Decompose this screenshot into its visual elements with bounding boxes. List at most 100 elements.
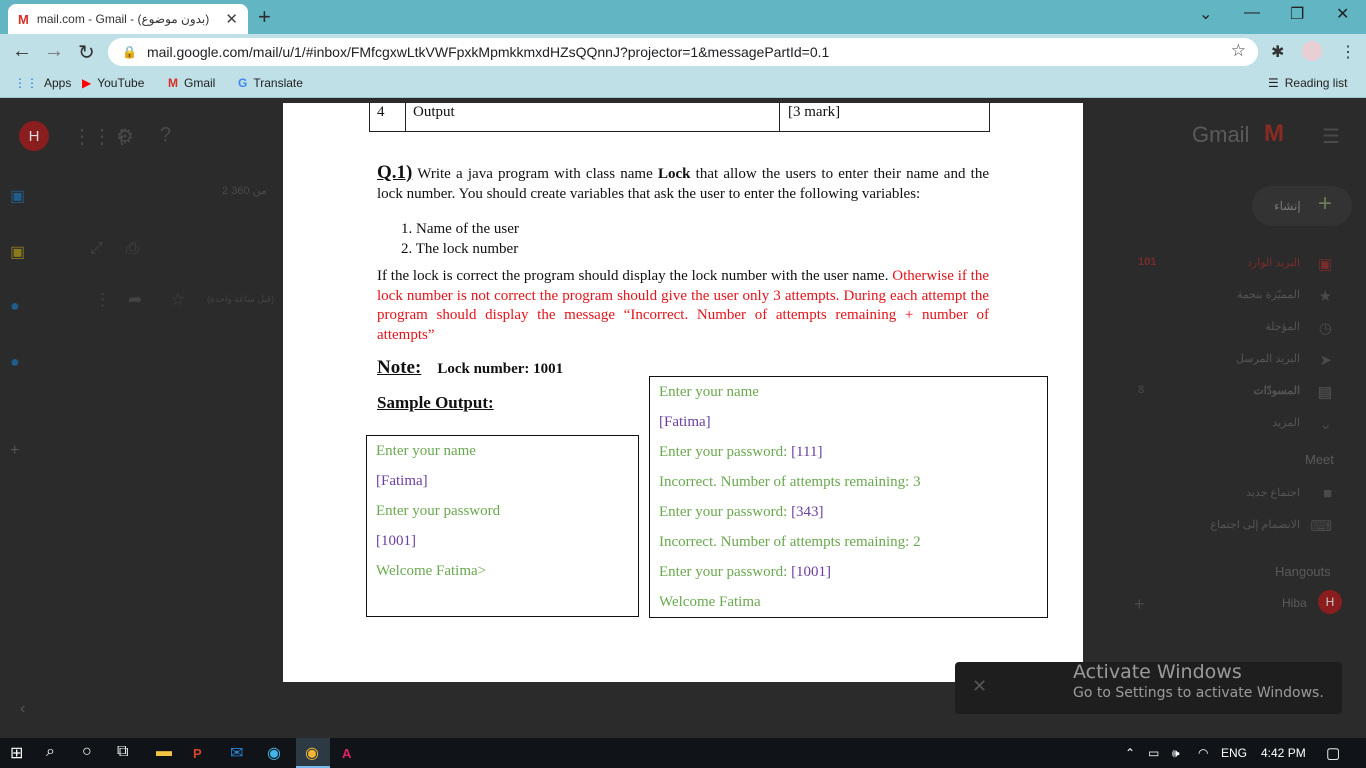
hangouts-avatar[interactable]: H xyxy=(1318,590,1342,614)
reading-list-button[interactable]: ☰ Reading list xyxy=(1268,76,1347,90)
document-page: 4 Output [3 mark] Q.1) Write a java prog… xyxy=(283,103,1083,682)
print-icon[interactable]: ⎙ xyxy=(126,240,139,258)
extensions-icon[interactable]: ✱ xyxy=(1271,42,1284,62)
activate-windows-watermark: Activate Windows Go to Settings to activ… xyxy=(1073,661,1324,701)
bookmark-translate[interactable]: G Translate xyxy=(238,76,303,90)
battery-icon[interactable]: ▭ xyxy=(1148,746,1159,760)
meet-new-meeting[interactable]: اجتماع جديد ■ xyxy=(1130,485,1340,502)
sidebar-item-inbox[interactable]: البريد الوارد ▣ xyxy=(1130,256,1340,273)
add-hangout-icon[interactable]: + xyxy=(1134,594,1145,615)
time-ago-text: (قبل ساعة واحدة) xyxy=(207,294,275,304)
windows-start-icon[interactable]: ⊞ xyxy=(10,743,23,763)
url-text: mail.google.com/mail/u/1/#inbox/FMfcgxwL… xyxy=(146,44,830,60)
more-options-icon[interactable]: ⋮ xyxy=(94,290,111,310)
cortana-icon[interactable]: ○ xyxy=(82,743,92,761)
gear-icon[interactable]: ⚙ xyxy=(116,124,134,149)
output-line: [1001] xyxy=(376,533,416,549)
keep-icon[interactable]: ▣ xyxy=(10,242,44,262)
output-line: Welcome Fatima> xyxy=(376,563,487,579)
sidebar-item-starred[interactable]: المميّزة بنجمة ★ xyxy=(1130,288,1340,305)
sidebar-item-more[interactable]: المزيد ⌄ xyxy=(1130,416,1340,433)
sample-output-heading: Sample Output: xyxy=(377,393,494,412)
gmail-m-icon: M xyxy=(18,11,29,27)
variables-list: 1. Name of the user 2. The lock number xyxy=(401,219,519,259)
output-line: Incorrect. Number of attempts remaining:… xyxy=(659,534,921,550)
address-bar[interactable]: 🔒 mail.google.com/mail/u/1/#inbox/FMfcgx… xyxy=(108,38,1258,66)
hangouts-user-name[interactable]: Hiba xyxy=(1282,596,1307,610)
meet-join-meeting[interactable]: الانضمام إلى اجتماع ⌨ xyxy=(1130,518,1340,535)
sidebar-item-drafts[interactable]: المسودّات ▤ xyxy=(1130,384,1340,401)
add-addon-icon[interactable]: + xyxy=(10,442,44,462)
reading-list-icon: ☰ xyxy=(1268,76,1279,90)
powerpoint-icon[interactable]: P xyxy=(193,746,202,761)
edge-icon[interactable]: ◉ xyxy=(267,743,281,763)
search-icon[interactable]: ⌕ xyxy=(46,743,55,761)
compose-plus-icon: + xyxy=(1318,190,1333,217)
output-line: Enter your name xyxy=(659,384,759,400)
contacts-icon[interactable]: ● xyxy=(10,354,44,374)
clock-time[interactable]: 4:42 PM xyxy=(1261,746,1306,760)
reply-icon[interactable]: ➦ xyxy=(128,290,142,310)
avatar[interactable]: H xyxy=(19,121,49,151)
minimize-button[interactable]: — xyxy=(1244,4,1260,22)
chrome-icon[interactable]: ◉ xyxy=(305,743,319,763)
notification-center-icon[interactable]: ▢ xyxy=(1326,744,1340,762)
new-tab-button[interactable]: + xyxy=(258,4,271,30)
tab-search-icon[interactable]: ⌄ xyxy=(1199,4,1212,24)
question-text: Q.1) Write a java program with class nam… xyxy=(377,162,989,203)
gmail-logo-icon: M xyxy=(1264,120,1284,147)
output-line: Enter your password xyxy=(376,503,501,519)
browser-tab-bar: M mail.com - Gmail - (بدون موضوع) ✕ + ⌄ … xyxy=(0,0,1366,34)
access-icon[interactable]: A xyxy=(342,746,351,761)
note-label: Note: xyxy=(377,357,422,378)
wifi-icon[interactable]: ◠ xyxy=(1198,746,1208,760)
menu-icon[interactable]: ☰ xyxy=(1322,124,1340,149)
output-line: [Fatima] xyxy=(376,473,428,489)
class-name: Lock xyxy=(657,166,691,182)
bookmarks-bar: ⋮⋮ Apps ▶ YouTube M Gmail G Translate ☰ … xyxy=(0,70,1366,98)
show-hidden-icons-icon[interactable]: ⌃ xyxy=(1125,746,1135,760)
reload-button[interactable]: ↻ xyxy=(78,40,95,65)
lock-icon: 🔒 xyxy=(122,45,137,59)
restore-button[interactable]: ❐ xyxy=(1290,4,1304,24)
apps-grid-icon: ⋮⋮ xyxy=(14,76,38,90)
bookmark-gmail[interactable]: M Gmail xyxy=(168,76,215,90)
pagination-text: 2 من 360 xyxy=(222,185,267,197)
volume-icon[interactable]: 🕪 xyxy=(1172,746,1180,761)
collapse-chevron-icon[interactable]: ‹ xyxy=(20,700,25,718)
output-line: Enter your name xyxy=(376,443,476,459)
back-button[interactable]: ← xyxy=(12,40,32,63)
close-toast-icon[interactable]: ✕ xyxy=(972,676,987,697)
mail-icon[interactable]: ✉ xyxy=(230,743,243,763)
tasks-icon[interactable]: ● xyxy=(10,298,44,318)
meet-title: Meet xyxy=(1305,452,1334,467)
translate-icon: G xyxy=(238,76,248,90)
star-icon: ★ xyxy=(1318,288,1332,305)
close-window-button[interactable]: ✕ xyxy=(1336,4,1349,24)
question-label: Q.1) xyxy=(377,162,413,183)
star-icon[interactable]: ☆ xyxy=(170,290,185,310)
sample-output-box-success: Enter your name [Fatima] Enter your pass… xyxy=(366,435,639,617)
task-view-icon[interactable]: ⧉ xyxy=(117,743,128,761)
sidebar-item-snoozed[interactable]: المؤجلة ◷ xyxy=(1130,320,1340,337)
forward-button[interactable]: → xyxy=(44,40,64,63)
help-icon[interactable]: ? xyxy=(160,124,171,147)
language-indicator[interactable]: ENG xyxy=(1221,746,1247,760)
sidebar-item-sent[interactable]: البريد المرسل ➤ xyxy=(1130,352,1340,369)
table-cell-number: 4 xyxy=(370,103,406,131)
browser-tab-gmail[interactable]: M mail.com - Gmail - (بدون موضوع) ✕ xyxy=(8,4,248,34)
bookmark-apps[interactable]: ⋮⋮ Apps xyxy=(14,76,71,90)
output-line: Enter your password: [1001] xyxy=(659,564,832,580)
bookmark-star-icon[interactable]: ☆ xyxy=(1231,41,1246,61)
close-tab-icon[interactable]: ✕ xyxy=(225,10,238,28)
list-item: 2. The lock number xyxy=(401,241,519,257)
menu-kebab-icon[interactable]: ⋮ xyxy=(1340,42,1356,62)
hangouts-title: Hangouts xyxy=(1275,564,1331,579)
open-new-window-icon[interactable]: ⤢ xyxy=(90,240,103,258)
compose-button[interactable]: إنشاء xyxy=(1252,186,1352,226)
file-explorer-icon[interactable]: ▬ xyxy=(156,743,172,761)
mark-table-row: 4 Output [3 mark] xyxy=(369,103,990,132)
calendar-icon[interactable]: ▣ xyxy=(10,186,44,206)
profile-avatar[interactable] xyxy=(1302,41,1322,61)
bookmark-youtube[interactable]: ▶ YouTube xyxy=(82,76,144,90)
